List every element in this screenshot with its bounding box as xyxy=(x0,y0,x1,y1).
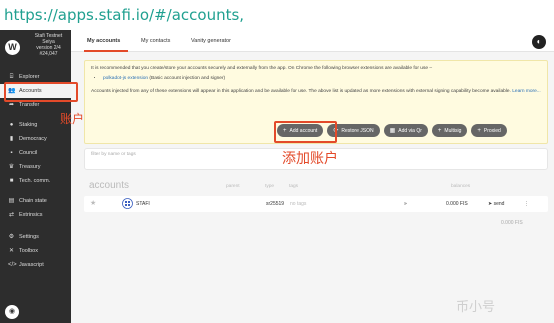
button-label: Restore JSON xyxy=(341,127,374,134)
sidebar-item-tech-comm[interactable]: ■ Tech. comm. xyxy=(0,174,71,188)
table-title: accounts xyxy=(89,180,130,191)
plus-icon: + xyxy=(477,127,481,134)
account-identicon[interactable] xyxy=(122,198,133,209)
sidebar-item-toolbox[interactable]: ✕ Toolbox xyxy=(0,244,71,258)
accounts-highlight-box xyxy=(4,82,78,102)
notice-para1: It is recommended that you create/store … xyxy=(91,66,433,71)
javascript-icon: </> xyxy=(8,261,17,268)
account-name[interactable]: STAFI xyxy=(136,201,150,207)
add-account-highlight-box xyxy=(274,121,337,143)
send-icon: ➤ xyxy=(488,201,493,207)
brand-block: #24,047 xyxy=(39,51,58,57)
sidebar-item-label: Settings xyxy=(19,234,39,240)
sidebar-item-javascript[interactable]: </> Javascript xyxy=(0,258,71,272)
stafi-logo-icon: W xyxy=(5,40,20,55)
extension-item: polkadot-js extension (Basic account inj… xyxy=(103,76,541,82)
add-account-annotation: 添加账户 xyxy=(282,151,338,167)
treasury-icon: ♛ xyxy=(8,163,15,170)
send-button[interactable]: ➤ send xyxy=(488,201,504,207)
extension-desc: (Basic account injection and signer) xyxy=(149,76,226,82)
plus-icon: + xyxy=(437,127,442,134)
sidebar-item-chain-state[interactable]: ▤ Chain state xyxy=(0,194,71,208)
explorer-icon: ⌸ xyxy=(9,73,14,80)
brand-text: Stafi Testnet Seiya version 2/4 #24,047 xyxy=(26,33,71,57)
sidebar-item-treasury[interactable]: ♛ Treasury xyxy=(0,160,71,174)
notice-para2-text: Accounts injected from any of these exte… xyxy=(91,88,511,94)
avatar[interactable]: ◉ xyxy=(5,305,19,319)
chain-state-icon: ▤ xyxy=(8,197,15,204)
sidebar-item-label: Staking xyxy=(19,122,38,128)
url-text: https://apps.stafi.io/#/accounts, xyxy=(4,6,245,24)
main-content: My accounts My contacts Vanity generator… xyxy=(71,30,554,323)
extension-list: polkadot-js extension (Basic account inj… xyxy=(103,76,541,82)
tab-bar: My accounts My contacts Vanity generator… xyxy=(71,30,554,52)
more-options-icon[interactable]: ⋮ xyxy=(524,201,529,207)
sidebar-item-label: Chain state xyxy=(19,198,47,204)
tech-comm-icon: ■ xyxy=(9,177,14,184)
accounts-annotation: 账户 xyxy=(60,112,85,126)
column-type: type xyxy=(265,184,275,189)
column-balances: balances xyxy=(451,184,471,189)
table-row: ★ STAFI sr25519 no tags » 0.000 FIS ➤ se… xyxy=(84,196,548,212)
button-label: Add via Qr xyxy=(398,127,422,134)
proxied-button[interactable]: + Proxied xyxy=(471,124,507,137)
github-icon[interactable]: ◐ xyxy=(532,35,546,49)
sidebar-item-democracy[interactable]: ▮ Democracy xyxy=(0,132,71,146)
sidebar: W Stafi Testnet Seiya version 2/4 #24,04… xyxy=(0,30,71,323)
sidebar-item-label: Tech. comm. xyxy=(19,178,51,184)
expand-chevron-icon[interactable]: » xyxy=(404,201,407,207)
sidebar-item-council[interactable]: ▪ Council xyxy=(0,146,71,160)
sidebar-item-extrinsics[interactable]: ⇄ Extrinsics xyxy=(0,208,71,222)
column-tags: tags xyxy=(289,184,299,189)
send-label: send xyxy=(493,201,505,207)
notice-para2: Accounts injected from any of these exte… xyxy=(91,89,541,95)
extension-link[interactable]: polkadot-js extension xyxy=(103,76,148,81)
qr-icon: ▦ xyxy=(389,128,396,134)
filter-label: filter by name or tags xyxy=(91,152,136,157)
total-balance: 0.000 FIS xyxy=(501,220,523,226)
button-label: Proxied xyxy=(483,127,501,134)
learn-more-link[interactable]: Learn more... xyxy=(512,89,541,94)
multisig-button[interactable]: + Multisig xyxy=(431,124,468,137)
sidebar-item-label: Javascript xyxy=(19,262,44,268)
brand[interactable]: W Stafi Testnet Seiya version 2/4 #24,04… xyxy=(0,30,71,66)
sidebar-item-label: Council xyxy=(19,150,38,156)
sidebar-item-label: Democracy xyxy=(19,136,47,142)
column-parent: parent xyxy=(226,184,240,189)
council-icon: ▪ xyxy=(10,149,13,156)
tab-vanity-generator[interactable]: Vanity generator xyxy=(191,38,231,44)
democracy-icon: ▮ xyxy=(9,135,14,142)
sidebar-item-label: Treasury xyxy=(19,164,41,170)
account-tags[interactable]: no tags xyxy=(290,201,306,207)
active-tab-indicator xyxy=(84,50,128,52)
button-label: Multisig xyxy=(444,127,462,134)
sidebar-item-label: Extrinsics xyxy=(19,212,43,218)
toolbox-icon: ✕ xyxy=(8,247,15,254)
sidebar-item-label: Explorer xyxy=(19,74,40,80)
add-via-qr-button[interactable]: ▦ Add via Qr xyxy=(383,124,428,137)
sidebar-item-label: Transfer xyxy=(19,102,40,108)
url-bar: https://apps.stafi.io/#/accounts, xyxy=(0,0,554,30)
extrinsics-icon: ⇄ xyxy=(8,211,15,218)
tab-my-accounts[interactable]: My accounts xyxy=(87,38,120,44)
favorite-star-icon[interactable]: ★ xyxy=(90,199,96,207)
sidebar-item-settings[interactable]: ⚙ Settings xyxy=(0,230,71,244)
watermark: 币小号 xyxy=(456,300,496,315)
transfer-icon: ➦ xyxy=(8,101,15,108)
staking-icon: ● xyxy=(9,121,14,128)
account-type: sr25519 xyxy=(266,201,285,207)
account-balance: 0.000 FIS xyxy=(446,201,468,207)
tab-my-contacts[interactable]: My contacts xyxy=(141,38,170,44)
accounts-table-header: accounts parent type tags balances xyxy=(84,178,548,194)
page: https://apps.stafi.io/#/accounts, W Staf… xyxy=(0,0,554,323)
sidebar-item-label: Toolbox xyxy=(19,248,38,254)
settings-icon: ⚙ xyxy=(8,233,15,240)
